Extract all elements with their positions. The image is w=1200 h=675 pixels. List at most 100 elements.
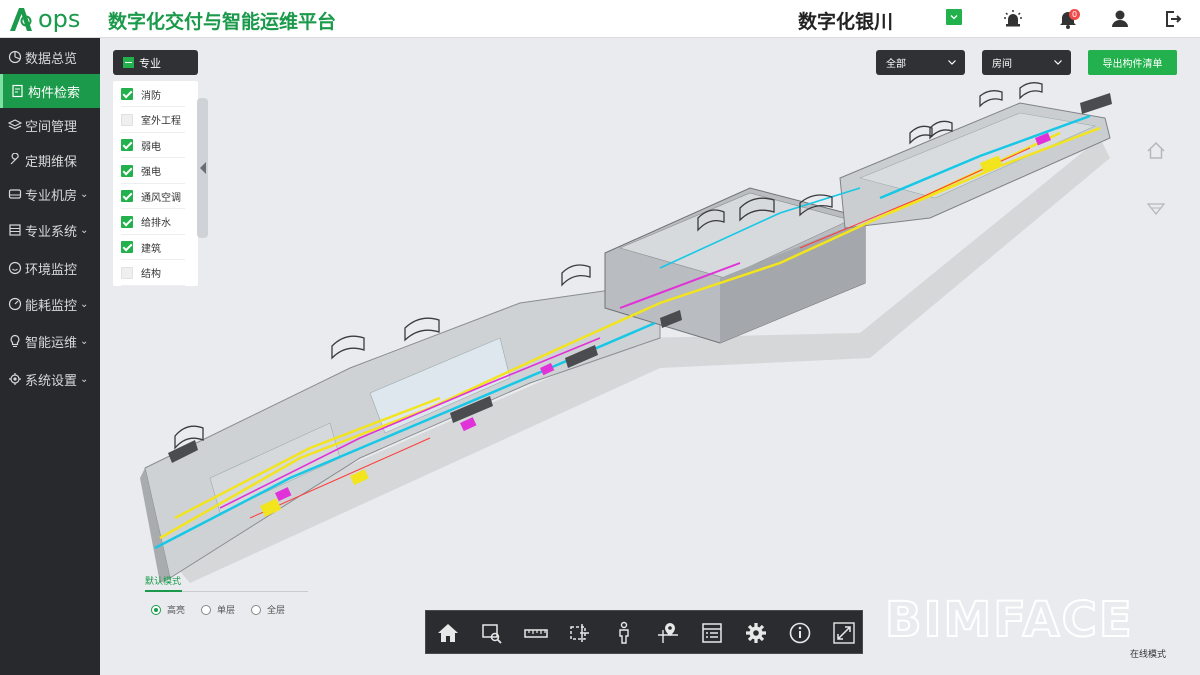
layers-icon [8,119,22,130]
top-bar: ops 数字化交付与智能运维平台 数字化银川 0 [0,0,1200,38]
map-pin-icon[interactable] [656,621,680,645]
display-mode-option[interactable]: 单层 [201,603,235,616]
discipline-checkbox[interactable] [121,190,133,202]
mode-tab-default[interactable]: 默认模式 [145,574,181,587]
discipline-label: 消防 [141,90,161,102]
discipline-label: 结构 [141,269,161,280]
discipline-label: 专业 [139,56,161,70]
notification-badge: 0 [1069,9,1080,20]
project-dropdown-button[interactable] [946,9,962,25]
discipline-label: 强电 [141,167,161,178]
sidebar-item[interactable]: 数据总览 [0,40,100,74]
discipline-toggle-button[interactable]: 专业 [113,50,198,75]
sidebar-item-label: 数据总览 [25,51,78,67]
project-name: 数字化银川 [798,11,894,33]
properties-icon[interactable] [700,621,724,645]
chevron-down-icon: ⌄ [80,224,89,236]
sidebar-item[interactable]: 系统设置 ⌄ [0,362,100,396]
discipline-item[interactable]: 消防 [121,82,185,107]
online-mode-label: 在线模式 [1130,650,1167,660]
discipline-panel: 消防室外工程弱电强电通风空调给排水建筑结构 [113,81,198,286]
logout-icon[interactable] [1162,8,1184,30]
home-icon[interactable] [436,621,460,645]
document-search-icon [12,84,23,98]
bim-model-view[interactable] [100,38,1200,675]
floor-select-value: 全部 [886,59,906,70]
discipline-item[interactable]: 建筑 [121,235,185,260]
discipline-checkbox[interactable] [121,215,133,228]
viewer-toolbar [425,610,863,654]
zoom-box-icon[interactable] [480,621,504,645]
discipline-checkbox[interactable] [121,266,133,279]
fullscreen-icon[interactable] [832,621,856,645]
user-icon[interactable] [1109,8,1131,30]
collapse-left-icon[interactable] [199,160,207,176]
chevron-down-icon [950,15,958,20]
sidebar-item[interactable]: 专业系统 ⌄ [0,213,100,247]
chevron-down-icon: ⌄ [80,188,89,200]
sidebar-item[interactable]: 定期维保 [0,143,100,177]
discipline-item[interactable]: 强电 [121,159,185,184]
radio-button[interactable] [151,604,161,615]
sidebar-item[interactable]: 空间管理 [0,108,100,142]
chevron-down-icon: ⌄ [80,298,89,310]
display-mode-option[interactable]: 全层 [251,603,285,616]
discipline-checkbox[interactable] [121,164,133,177]
bulb-icon [10,334,20,347]
logo-mark-icon [10,8,32,31]
sidebar-item-label: 构件检索 [28,85,81,101]
radio-button[interactable] [201,604,211,615]
gear-icon [9,373,21,385]
sidebar-item[interactable]: 专业机房 ⌄ [0,177,100,211]
discipline-item[interactable]: 通风空调 [121,184,185,209]
app-logo[interactable]: ops [6,2,80,36]
discipline-label: 给排水 [141,218,171,229]
view-home-icon[interactable] [1146,141,1166,161]
sidebar-item[interactable]: 环境监控 [0,251,100,285]
view-cube-icon[interactable] [1147,202,1165,216]
discipline-label: 弱电 [141,141,161,153]
discipline-item[interactable]: 结构 [121,261,185,286]
sidebar-item[interactable]: 能耗监控 ⌄ [0,287,100,321]
mode-tab-indicator [145,590,182,592]
ruler-icon[interactable] [524,621,548,645]
discipline-checkbox[interactable] [121,88,133,100]
pie-chart-icon [8,50,22,64]
discipline-label: 室外工程 [141,116,181,127]
chevron-down-icon [1054,60,1062,65]
display-mode-label: 单层 [217,606,236,616]
discipline-item[interactable]: 室外工程 [121,108,185,133]
sidebar-item-label: 定期维保 [25,154,78,170]
bimface-watermark-logo: BIMFACE [885,596,1133,642]
discipline-select-all-checkbox[interactable] [123,57,134,68]
sidebar-item-label: 能耗监控 [25,298,78,314]
app-title: 数字化交付与智能运维平台 [108,11,337,33]
sidebar-item-label: 专业系统 [25,224,78,240]
discipline-checkbox[interactable] [121,241,133,253]
discipline-item[interactable]: 弱电 [121,133,185,158]
smile-icon [8,261,22,275]
person-walk-icon[interactable] [612,621,636,645]
server-icon [8,189,22,199]
discipline-item[interactable]: 给排水 [121,210,185,235]
sidebar-item-label: 专业机房 [25,188,78,204]
type-select-value: 房间 [992,59,1012,70]
discipline-label: 通风空调 [141,192,181,204]
gear-icon[interactable] [744,621,768,645]
discipline-checkbox[interactable] [121,113,133,126]
sidebar: 数据总览 构件检索 空间管理 定期维保 专业机房 ⌄ 专业系统 ⌄ 环境监控 能耗监控 ⌄ 智能运维 ⌄… [0,38,100,675]
alarm-icon[interactable] [1002,8,1024,30]
sidebar-item-label: 智能运维 [25,335,78,351]
sidebar-item-label: 环境监控 [25,262,78,278]
sidebar-item[interactable]: 智能运维 ⌄ [0,324,100,358]
wrench-icon [10,153,19,165]
floor-select[interactable]: 全部 [876,50,965,75]
radio-button[interactable] [251,604,261,615]
section-box-icon[interactable] [568,621,592,645]
export-components-button[interactable]: 导出构件清单 [1088,50,1177,75]
type-select[interactable]: 房间 [982,50,1071,75]
info-icon[interactable] [788,621,812,645]
discipline-checkbox[interactable] [121,139,133,151]
sidebar-item[interactable]: 构件检索 [0,74,100,108]
display-mode-option[interactable]: 高亮 [151,603,185,616]
